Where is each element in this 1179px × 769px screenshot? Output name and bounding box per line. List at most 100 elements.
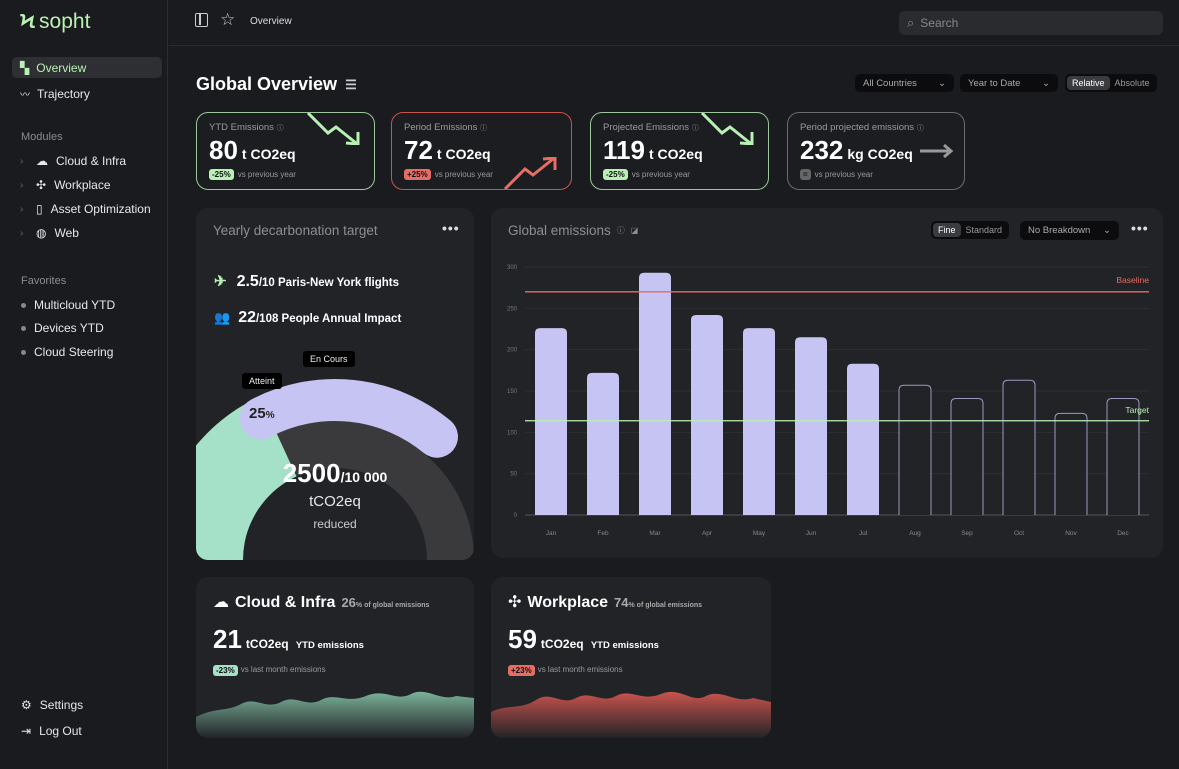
- workplace-icon: ✣: [36, 178, 47, 192]
- bar-sep: [950, 397, 984, 515]
- change-badge: =: [800, 169, 811, 180]
- mode-toggle: Relative Absolute: [1065, 74, 1157, 92]
- modules-heading: Modules: [21, 131, 63, 143]
- logout-icon: ⇥: [21, 724, 32, 738]
- gauge-label: reduced: [313, 517, 357, 531]
- x-tick-label: Aug: [909, 530, 921, 537]
- chevron-down-icon: ⌄: [1042, 77, 1050, 89]
- tooltip-reached: Atteint: [242, 373, 282, 389]
- cloud-icon: ☁: [213, 594, 229, 611]
- bullet-icon: [21, 349, 26, 355]
- tooltip-ongoing: En Cours: [303, 351, 355, 367]
- y-tick-label: 100: [507, 430, 518, 436]
- bar-nov: [1054, 412, 1088, 515]
- workplace-sparkline: [491, 691, 771, 738]
- bar-apr: [691, 314, 723, 515]
- x-tick-label: Sep: [961, 530, 973, 537]
- x-tick-label: May: [753, 530, 766, 537]
- favorite-item[interactable]: Cloud Steering: [21, 345, 113, 359]
- y-tick-label: 300: [507, 265, 518, 271]
- kpi-card[interactable]: Projected Emissions ⓘ 119 t CO2eq -25% vs …: [590, 112, 769, 190]
- logout-link[interactable]: ⇥ Log Out: [21, 724, 82, 738]
- globe-icon: ◍: [36, 226, 47, 240]
- y-tick-label: 0: [514, 513, 518, 519]
- favorite-item[interactable]: Devices YTD: [21, 321, 104, 335]
- sidebar-item-overview[interactable]: ▚ Overview: [12, 57, 162, 78]
- sidebar-item-cloud[interactable]: › ☁ Cloud & Infra: [20, 154, 126, 168]
- x-tick-label: Dec: [1117, 530, 1129, 537]
- emissions-bar-chart: 0 50 100 150 200 250 300 Jan Feb Mar Apr May Jun Jul A…: [507, 265, 1150, 537]
- x-tick-label: Mar: [649, 530, 661, 537]
- chevron-down-icon: ⌄: [938, 77, 946, 89]
- baseline-label: Baseline: [1116, 275, 1149, 285]
- breadcrumb: Overview: [250, 16, 292, 27]
- period-select[interactable]: Year to Date ⌄: [960, 74, 1058, 92]
- x-tick-label: Apr: [702, 530, 713, 537]
- topbar: ☆ Overview ⌕ Search: [169, 0, 1179, 46]
- bar-jun: [795, 337, 827, 515]
- y-tick-label: 200: [507, 348, 518, 354]
- x-tick-label: Jul: [859, 530, 868, 537]
- bar-aug: [898, 384, 932, 515]
- kpi-card[interactable]: Period Emissions ⓘ 72 t CO2eq +25% vs prev…: [391, 112, 572, 190]
- bar-feb: [587, 372, 619, 515]
- y-tick-label: 150: [507, 389, 518, 395]
- x-tick-label: Jun: [806, 530, 817, 537]
- gear-icon: ⚙: [21, 698, 32, 712]
- logo-icon: Ϟ: [20, 10, 36, 33]
- bar-oct: [1002, 379, 1036, 515]
- global-emissions-card: Global emissions ⓘ ◪ Fine Standard No Break…: [491, 208, 1163, 558]
- x-tick-label: Nov: [1065, 530, 1077, 537]
- decarbonation-card: Yearly decarbonation target ••• ✈ 2.5/10 …: [196, 208, 474, 560]
- workplace-icon: ✣: [508, 594, 522, 611]
- target-label: Target: [1125, 405, 1149, 415]
- bullet-icon: [21, 325, 26, 331]
- chevron-right-icon: ›: [20, 203, 24, 215]
- trend-up-arrow-icon: [503, 157, 557, 189]
- star-icon[interactable]: ☆: [220, 10, 235, 30]
- filter-icon[interactable]: ☰: [345, 77, 357, 93]
- kpi-card[interactable]: Period projected emissions ⓘ 232 kg CO2eq…: [787, 112, 965, 190]
- change-badge: -23%: [213, 665, 238, 676]
- info-icon: ⓘ: [916, 125, 924, 132]
- sidebar-toggle-icon[interactable]: [195, 13, 208, 27]
- mode-absolute[interactable]: Absolute: [1110, 76, 1155, 90]
- phone-icon: ▯: [36, 202, 43, 216]
- chevron-right-icon: ›: [20, 155, 24, 167]
- change-badge: +23%: [508, 665, 535, 676]
- chevron-right-icon: ›: [20, 227, 24, 239]
- info-icon: ⓘ: [276, 125, 284, 132]
- chevron-right-icon: ›: [20, 179, 24, 191]
- x-tick-label: Jan: [546, 530, 557, 537]
- country-select[interactable]: All Countries ⌄: [855, 74, 954, 92]
- logo[interactable]: Ϟsopht: [20, 10, 90, 34]
- gauge-percent: 25%: [249, 405, 275, 422]
- trend-flat-arrow-icon: [920, 143, 954, 159]
- change-badge: +25%: [404, 169, 431, 180]
- gauge-unit: tCO2eq: [309, 493, 361, 510]
- kpi-card[interactable]: YTD Emissions ⓘ 80 t CO2eq -25% vs previou…: [196, 112, 375, 190]
- change-badge: -25%: [603, 169, 628, 180]
- settings-link[interactable]: ⚙ Settings: [21, 698, 83, 712]
- cloud-icon: ☁: [36, 154, 48, 168]
- cloud-sparkline: [196, 691, 474, 738]
- info-icon: ⓘ: [691, 125, 699, 132]
- cloud-card[interactable]: ☁ Cloud & Infra 26% of global emissions 21…: [196, 577, 474, 738]
- trend-down-arrow-icon: [306, 113, 360, 145]
- search-input[interactable]: ⌕ Search: [899, 11, 1163, 35]
- trend-icon: 〰: [20, 90, 30, 101]
- gauge-value: 2500/10 000: [282, 458, 388, 488]
- sidebar-item-trajectory[interactable]: 〰 Trajectory: [12, 83, 162, 104]
- sidebar-item-workplace[interactable]: › ✣ Workplace: [20, 178, 111, 192]
- change-badge: -25%: [209, 169, 234, 180]
- bar-jul: [847, 363, 879, 515]
- search-icon: ⌕: [907, 15, 915, 30]
- bar-may: [743, 328, 775, 515]
- mode-relative[interactable]: Relative: [1067, 76, 1110, 90]
- x-tick-label: Feb: [597, 530, 609, 537]
- sidebar-item-asset-optimization[interactable]: › ▯ Asset Optimization: [20, 202, 151, 216]
- favorite-item[interactable]: Multicloud YTD: [21, 298, 115, 312]
- workplace-card[interactable]: ✣ Workplace 74% of global emissions 59 tCO2…: [491, 577, 771, 738]
- sidebar-item-web[interactable]: › ◍ Web: [20, 226, 79, 240]
- bar-dec: [1106, 397, 1140, 515]
